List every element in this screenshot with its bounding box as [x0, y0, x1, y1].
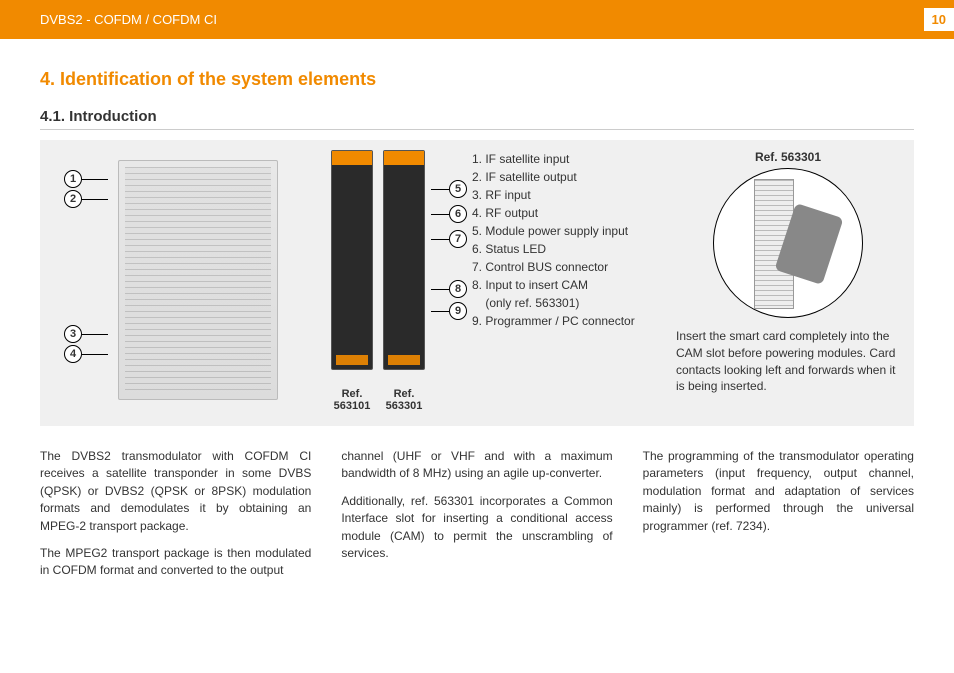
- detail-caption: Insert the smart card completely into th…: [676, 328, 900, 395]
- col-2: channel (UHF or VHF and with a maximum b…: [341, 448, 612, 590]
- page-number: 10: [924, 8, 954, 31]
- section-heading: 4. Identification of the system elements: [40, 69, 914, 90]
- callout-4: 4: [64, 345, 108, 363]
- callout-8: 8: [431, 280, 467, 298]
- header-bar: DVBS2 - COFDM / COFDM CI 10: [0, 0, 954, 39]
- callout-1: 1: [64, 170, 108, 188]
- callout-7: 7: [431, 230, 467, 248]
- figure-panel: 1 2 3 4 5 6 7 8 9: [40, 140, 914, 426]
- ref-b: Ref. 563301: [383, 388, 425, 412]
- module-b: [383, 150, 425, 370]
- divider: [40, 129, 914, 130]
- callout-6: 6: [431, 205, 467, 223]
- figure-detail: Ref. 563301 Insert the smart card comple…: [676, 150, 900, 395]
- col-3: The programming of the transmodulator op…: [643, 448, 914, 590]
- module-a: [331, 150, 373, 370]
- figure-modules: 5 6 7 8 9 Ref. 563101 Ref. 563301: [298, 150, 458, 412]
- col-1: The DVBS2 transmodulator with COFDM CI r…: [40, 448, 311, 590]
- doc-title: DVBS2 - COFDM / COFDM CI: [40, 12, 217, 27]
- heatsink-illustration: [118, 160, 278, 400]
- callout-9: 9: [431, 302, 467, 320]
- callout-2: 2: [64, 190, 108, 208]
- callout-5: 5: [431, 180, 467, 198]
- page-content: 4. Identification of the system elements…: [0, 39, 954, 590]
- module-ref-labels: Ref. 563101 Ref. 563301: [331, 388, 425, 412]
- body-columns: The DVBS2 transmodulator with COFDM CI r…: [40, 448, 914, 590]
- subsection-heading: 4.1. Introduction: [40, 108, 914, 125]
- figure-heatsink: 1 2 3 4: [54, 150, 284, 410]
- detail-ref: Ref. 563301: [755, 150, 821, 164]
- ref-a: Ref. 563101: [331, 388, 373, 412]
- cam-detail-illustration: [713, 168, 863, 318]
- callout-3: 3: [64, 325, 108, 343]
- figure-legend: 1. IF satellite input 2. IF satellite ou…: [472, 150, 662, 330]
